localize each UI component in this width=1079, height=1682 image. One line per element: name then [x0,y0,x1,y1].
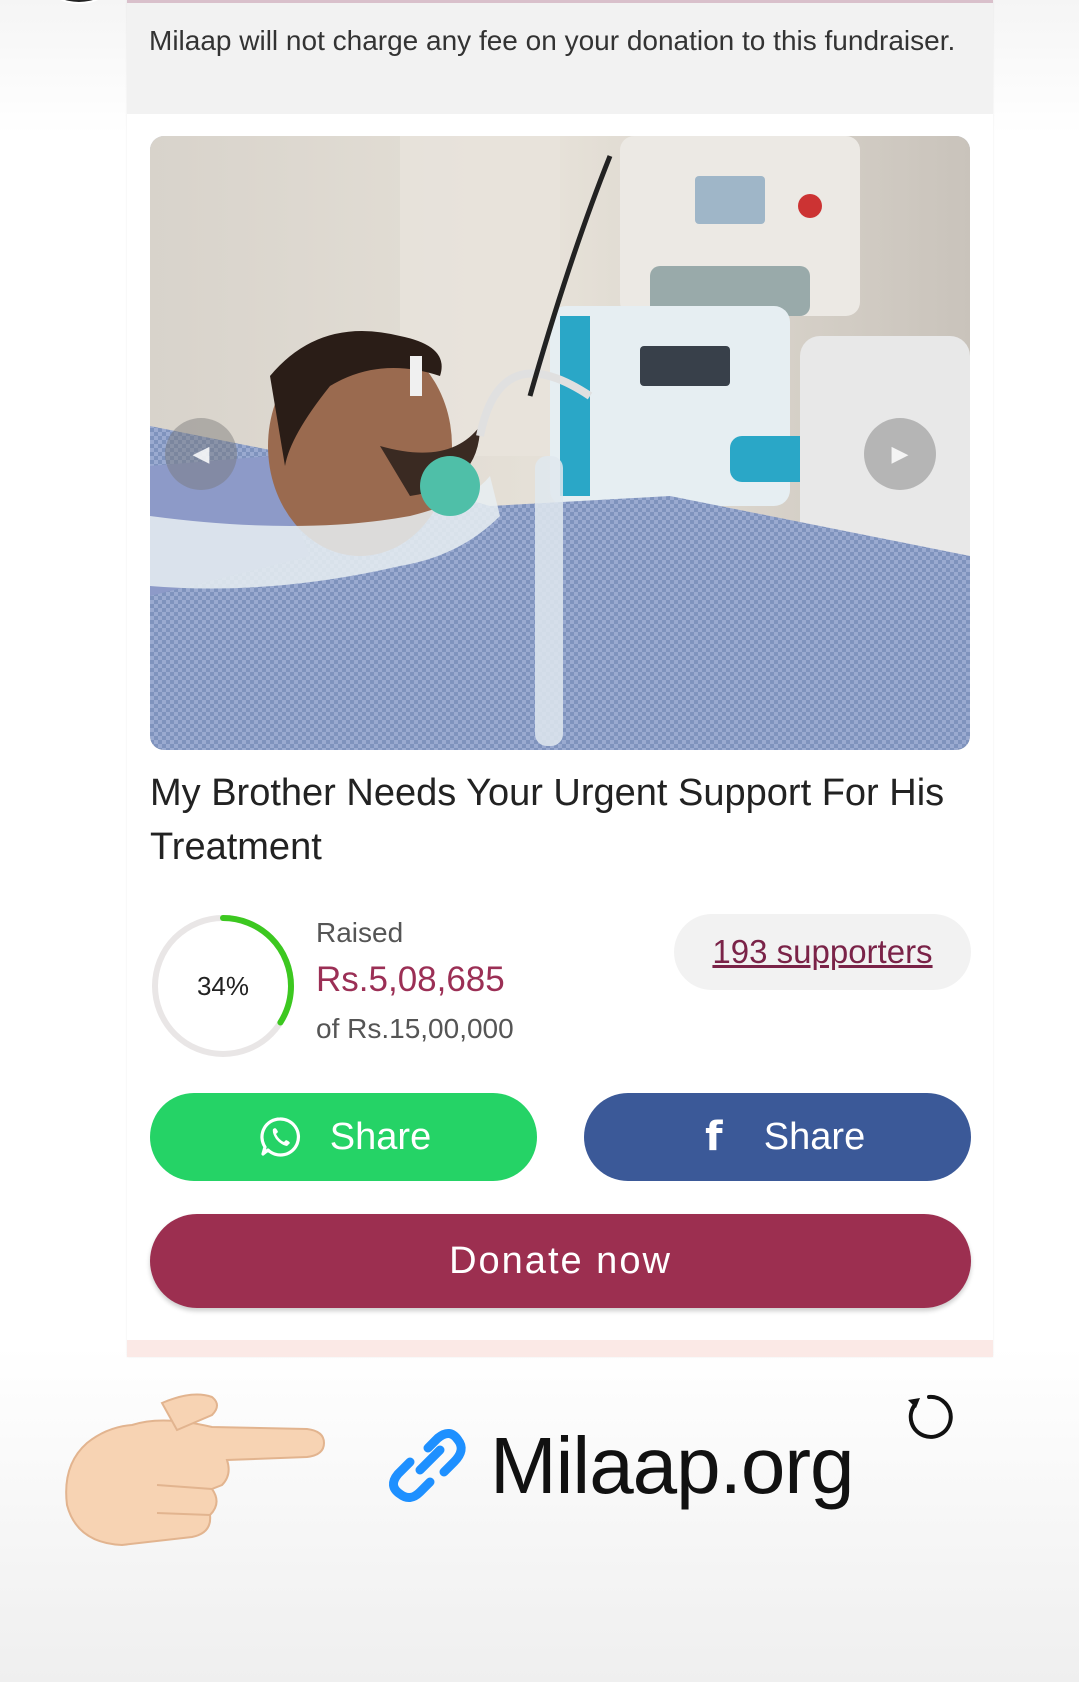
fundraiser-image-carousel[interactable] [150,136,970,750]
no-fee-banner: Milaap will not charge any fee on your d… [127,0,993,114]
raised-amount: Rs.5,08,685 [316,960,505,999]
supporters-link[interactable]: 193 supporters [674,914,971,990]
whatsapp-share-label: Share [329,1115,432,1158]
facebook-icon: f [705,1114,723,1160]
carousel-next-button[interactable]: ▶ [864,418,936,490]
fundraiser-title: My Brother Needs Your Urgent Support For… [150,772,945,868]
chevron-left-icon: ◀ [192,441,210,466]
no-fee-text: Milaap will not charge any fee on your d… [149,25,956,56]
patient-photo [150,136,970,750]
whatsapp-share-button[interactable]: Share [150,1093,537,1181]
facebook-share-button[interactable]: f Share [584,1093,971,1181]
fundraiser-card: Milaap will not charge any fee on your d… [127,0,993,1357]
milaap-link[interactable]: Milaap.org [490,1420,855,1512]
chevron-right-icon: ▶ [891,441,909,466]
refresh-icon[interactable] [900,1388,958,1446]
card-divider [127,1340,993,1357]
link-icon [389,1429,466,1502]
avatar [50,0,108,4]
pointing-hand-emoji [65,1393,326,1547]
raised-label: Raised [316,917,404,948]
donate-now-button[interactable]: Donate now [150,1214,971,1308]
progress-percent: 34% [196,970,250,1001]
facebook-share-label: Share [763,1115,866,1158]
whatsapp-icon [256,1113,304,1161]
donate-now-label: Donate now [449,1239,672,1282]
carousel-prev-button[interactable]: ◀ [165,418,237,490]
goal-amount: of Rs.15,00,000 [316,1013,514,1044]
